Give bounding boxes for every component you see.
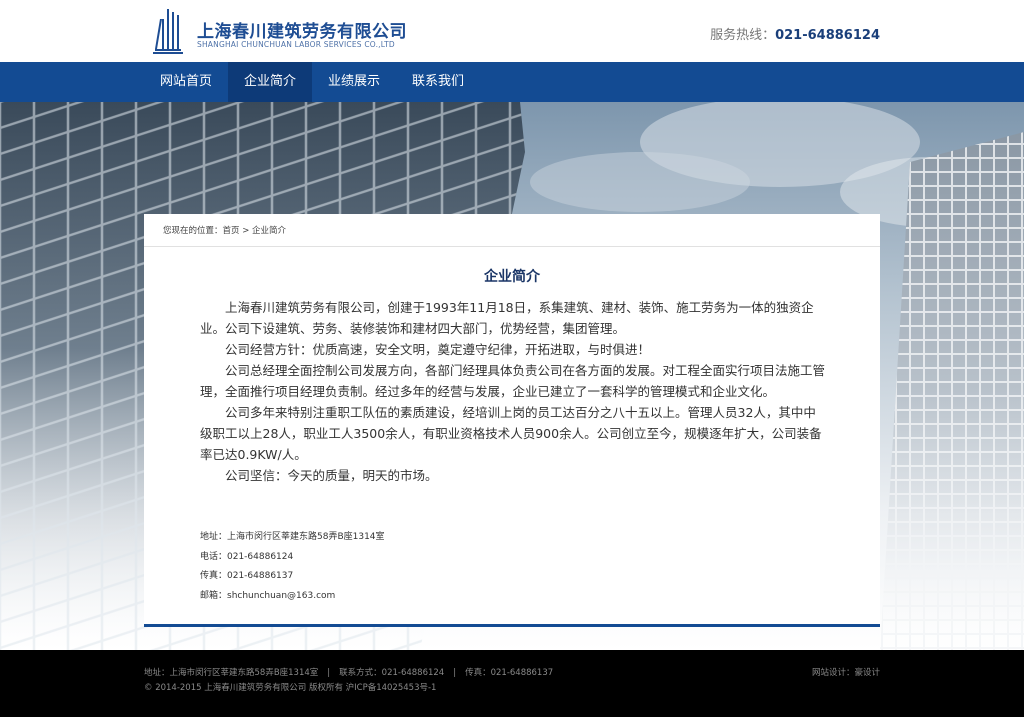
intro-text: 上海春川建筑劳务有限公司，创建于1993年11月18日，系集建筑、建材、装饰、施… xyxy=(200,297,828,486)
nav-item-contact[interactable]: 联系我们 xyxy=(396,62,480,102)
contact-fax: 传真：021-64886137 xyxy=(200,571,294,581)
intro-paragraph: 公司总经理全面控制公司发展方向，各部门经理具体负责公司在各方面的发展。对工程全面… xyxy=(200,363,826,399)
intro-paragraph: 公司多年来特别注重职工队伍的素质建设，经培训上岗的员工达百分之八十五以上。管理人… xyxy=(200,405,822,462)
breadcrumb-divider xyxy=(144,246,880,247)
content-bottom-bar xyxy=(144,624,880,627)
contact-address: 地址：上海市闵行区莘建东路58弄B座1314室 xyxy=(200,532,385,542)
page-title: 企业简介 xyxy=(484,269,540,285)
breadcrumb: 您现在的位置：首页 > 企业简介 xyxy=(163,226,287,236)
company-name-cn[interactable]: 上海春川建筑劳务有限公司 xyxy=(197,17,407,42)
footer-address: 地址：上海市闵行区莘建东路58弄B座1314室 xyxy=(144,668,319,678)
nav-item-projects[interactable]: 业绩展示 xyxy=(312,62,396,102)
site-header: 上海春川建筑劳务有限公司 SHANGHAI CHUNCHUAN LABOR SE… xyxy=(0,0,1024,62)
footer-info: 地址：上海市闵行区莘建东路58弄B座1314室 | 联系方式：021-6488612… xyxy=(144,668,554,678)
content-panel: 您现在的位置：首页 > 企业简介 企业简介 上海春川建筑劳务有限公司，创建于19… xyxy=(144,214,880,626)
building-logo-icon[interactable] xyxy=(153,9,183,55)
footer-fax: 传真：021-64886137 xyxy=(465,668,554,678)
nav-item-about[interactable]: 企业简介 xyxy=(228,62,313,102)
intro-paragraph: 公司经营方针：优质高速，安全文明，奠定遵守纪律，开拓进取，与时俱进！ xyxy=(225,342,651,357)
main-nav: 网站首页 企业简介 业绩展示 联系我们 xyxy=(0,62,1024,102)
site-footer: 地址：上海市闵行区莘建东路58弄B座1314室 | 联系方式：021-6488612… xyxy=(0,650,1024,717)
footer-contact: 联系方式：021-64886124 xyxy=(339,668,445,678)
service-hotline: 服务热线：021-64886124 xyxy=(710,24,880,43)
intro-paragraph: 公司坚信：今天的质量，明天的市场。 xyxy=(225,468,438,483)
contact-email: 邮箱：shchunchuan@163.com xyxy=(200,590,336,601)
company-name-en: SHANGHAI CHUNCHUAN LABOR SERVICES CO.,LT… xyxy=(197,40,395,49)
contact-phone: 电话：021-64886124 xyxy=(200,551,294,562)
intro-paragraph: 上海春川建筑劳务有限公司，创建于1993年11月18日，系集建筑、建材、装饰、施… xyxy=(200,300,814,336)
footer-design-credit[interactable]: 网站设计：豪设计 xyxy=(812,666,880,678)
contact-info: 地址：上海市闵行区莘建东路58弄B座1314室 电话：021-64886124 … xyxy=(200,528,385,606)
hotline-number: 021-64886124 xyxy=(775,28,880,43)
hotline-label: 服务热线： xyxy=(710,28,776,43)
nav-item-home[interactable]: 网站首页 xyxy=(144,62,228,102)
footer-copyright: © 2014-2015 上海春川建筑劳务有限公司 版权所有 沪ICP备14025… xyxy=(144,683,437,693)
